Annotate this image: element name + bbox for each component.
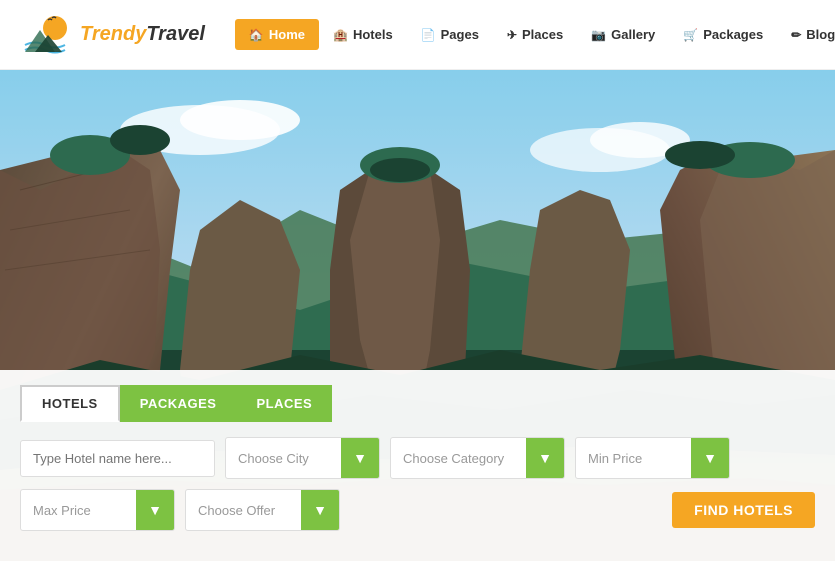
city-dropdown-btn[interactable]: ▼ xyxy=(341,438,379,478)
packages-icon: 🛒 xyxy=(683,28,698,42)
nav-item-blog[interactable]: ✏ Blog xyxy=(777,19,835,50)
hotels-icon: 🏨 xyxy=(333,28,348,42)
category-dropdown-btn[interactable]: ▼ xyxy=(526,438,564,478)
tab-places[interactable]: PLACES xyxy=(236,385,332,422)
nav-item-gallery[interactable]: 📷 Gallery xyxy=(577,19,669,50)
nav-item-home[interactable]: 🏠 Home xyxy=(235,19,319,50)
search-row-2: Max Price ▼ Choose Offer ▼ FIND HOTELS xyxy=(20,489,815,531)
find-hotels-button[interactable]: FIND HOTELS xyxy=(672,492,815,528)
logo-text: TrendyTravel xyxy=(80,23,205,46)
min-price-dropdown-btn[interactable]: ▼ xyxy=(691,438,729,478)
offer-dropdown-label: Choose Offer xyxy=(186,493,301,528)
max-price-dropdown-label: Max Price xyxy=(21,493,136,528)
logo-icon xyxy=(20,10,75,60)
max-price-group: Max Price ▼ xyxy=(20,489,175,531)
nav-item-packages[interactable]: 🛒 Packages xyxy=(669,19,777,50)
hero-section: HOTELS PACKAGES PLACES Choose City ▼ Cho… xyxy=(0,70,835,561)
search-tabs: HOTELS PACKAGES PLACES xyxy=(20,385,815,422)
max-price-dropdown-btn[interactable]: ▼ xyxy=(136,490,174,530)
tab-hotels[interactable]: HOTELS xyxy=(20,385,120,422)
category-dropdown-label: Choose Category xyxy=(391,441,526,476)
nav-menu: 🏠 Home 🏨 Hotels 📄 Pages ✈ Places 📷 Galle… xyxy=(235,19,835,50)
nav-item-places[interactable]: ✈ Places xyxy=(493,19,577,50)
nav-item-hotels[interactable]: 🏨 Hotels xyxy=(319,19,407,50)
min-price-group: Min Price ▼ xyxy=(575,437,730,479)
hotel-name-group xyxy=(20,440,215,477)
navbar: TrendyTravel 🏠 Home 🏨 Hotels 📄 Pages ✈ P… xyxy=(0,0,835,70)
min-price-dropdown-label: Min Price xyxy=(576,441,691,476)
places-icon: ✈ xyxy=(507,28,517,42)
logo[interactable]: TrendyTravel xyxy=(20,10,205,60)
pages-icon: 📄 xyxy=(421,28,436,42)
search-row-1: Choose City ▼ Choose Category ▼ Min Pric… xyxy=(20,437,815,479)
tab-packages[interactable]: PACKAGES xyxy=(120,385,237,422)
blog-icon: ✏ xyxy=(791,28,801,42)
search-panel: HOTELS PACKAGES PLACES Choose City ▼ Cho… xyxy=(0,370,835,561)
category-group: Choose Category ▼ xyxy=(390,437,565,479)
hotel-name-input[interactable] xyxy=(21,441,214,476)
offer-group: Choose Offer ▼ xyxy=(185,489,340,531)
nav-item-pages[interactable]: 📄 Pages xyxy=(407,19,493,50)
home-icon: 🏠 xyxy=(249,28,264,42)
city-group: Choose City ▼ xyxy=(225,437,380,479)
offer-dropdown-btn[interactable]: ▼ xyxy=(301,490,339,530)
city-dropdown-label: Choose City xyxy=(226,441,341,476)
gallery-icon: 📷 xyxy=(591,28,606,42)
